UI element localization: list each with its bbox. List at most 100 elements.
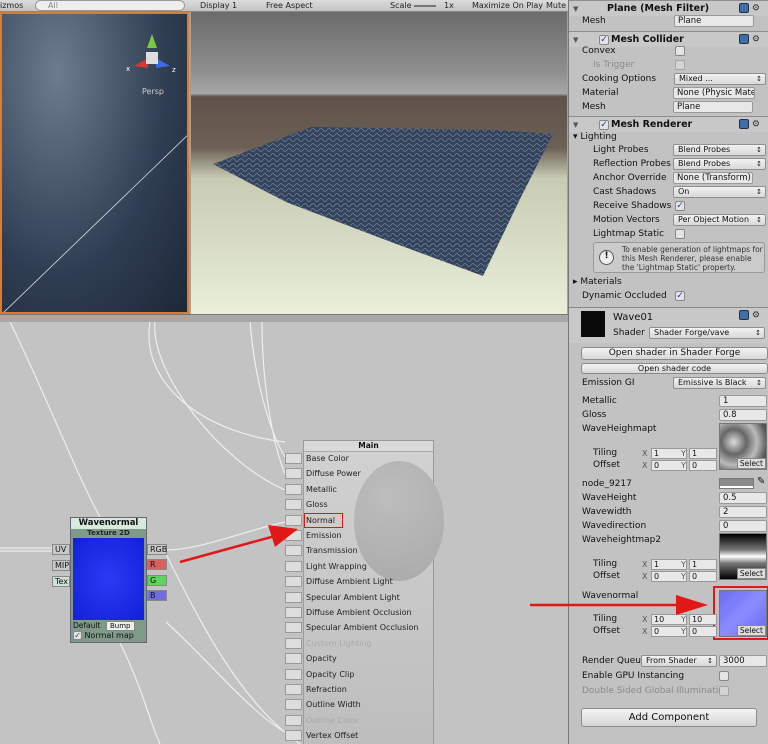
emission-gi-label: Emission GI — [582, 378, 635, 388]
y-label: Y — [681, 572, 686, 581]
anchor-override-field[interactable]: None (Transform) — [673, 172, 753, 184]
lighting-foldout[interactable]: ▾ Lighting — [573, 132, 617, 142]
tiling-y-field[interactable]: 1 — [689, 448, 717, 459]
render-queue-field[interactable]: 3000 — [719, 655, 767, 667]
display-dropdown[interactable]: Display 1 — [200, 1, 237, 10]
reflection-probes-dropdown[interactable]: Blend Probes — [673, 158, 766, 170]
select-button[interactable]: Select — [736, 458, 766, 469]
material-label: Material — [582, 88, 619, 98]
scene-graphics: x z Persp — [3, 34, 187, 312]
scale-value: 1x — [444, 1, 454, 10]
open-shader-forge-button[interactable]: Open shader in Shader Forge — [581, 347, 768, 360]
receive-shadows-label: Receive Shadows — [593, 201, 672, 211]
mesh-filter-header[interactable]: ▼ Plane (Mesh Filter) ⚙ — [569, 0, 768, 16]
lightmap-static-checkbox[interactable] — [675, 229, 685, 239]
reflection-probes-label: Reflection Probes — [593, 159, 671, 169]
mesh-renderer-header[interactable]: ▼ ✓ Mesh Renderer ⚙ — [569, 116, 768, 132]
motion-vectors-dropdown[interactable]: Per Object Motion — [673, 214, 766, 226]
persp-label[interactable]: Persp — [142, 87, 164, 96]
panel-splitter[interactable] — [0, 314, 568, 322]
wave-heightmap-label: WaveHeighmapt — [582, 424, 657, 434]
select-button[interactable]: Select — [736, 568, 766, 579]
toolbar: izmos All Display 1 Free Aspect Scale 1x… — [0, 0, 568, 12]
mesh-collider-header[interactable]: ▼ ✓ Mesh Collider ⚙ — [569, 31, 768, 47]
convex-label: Convex — [582, 46, 616, 56]
shader-dropdown[interactable]: Shader Forge/vave — [649, 327, 765, 339]
anchor-override-label: Anchor Override — [593, 173, 667, 183]
maximize-on-play-toggle[interactable]: Maximize On Play — [472, 1, 543, 10]
mute-toggle[interactable]: Mute — [546, 1, 566, 10]
help-gear-icon[interactable]: ⚙ — [739, 3, 765, 15]
offset-y-field[interactable]: 0 — [689, 460, 717, 471]
cast-shadows-dropdown[interactable]: On — [673, 186, 766, 198]
waveheightmap2-label: Waveheightmap2 — [582, 535, 662, 545]
metallic-label: Metallic — [582, 396, 617, 406]
scene-search-input[interactable]: All — [35, 0, 185, 11]
material-name: Wave01 — [613, 312, 654, 323]
mesh-label: Mesh — [582, 16, 606, 26]
mesh-collider-title: Mesh Collider — [611, 34, 684, 45]
help-gear-icon[interactable]: ⚙ — [739, 34, 765, 46]
x-label: X — [642, 449, 648, 458]
receive-shadows-checkbox[interactable]: ✓ — [675, 201, 685, 211]
help-gear-icon[interactable]: ⚙ — [739, 310, 765, 322]
eyedropper-icon[interactable]: ✎ — [757, 476, 765, 487]
cast-shadows-label: Cast Shadows — [593, 187, 657, 197]
material-header[interactable]: Wave01 Shader Shader Forge/vave ⚙ — [569, 307, 768, 343]
aspect-dropdown[interactable]: Free Aspect — [266, 1, 313, 10]
convex-checkbox[interactable] — [675, 46, 685, 56]
collider-mesh-field[interactable]: Plane — [673, 101, 753, 113]
light-probes-label: Light Probes — [593, 145, 649, 155]
red-arrow-icon — [179, 525, 298, 564]
is-trigger-label: Is Trigger — [593, 60, 635, 70]
wavewidth-field[interactable]: 2 — [719, 506, 767, 518]
x-label: X — [642, 627, 648, 636]
physic-material-field[interactable]: None (Physic Mate — [673, 87, 755, 99]
wavewidth-label: Wavewidth — [582, 507, 632, 517]
materials-foldout[interactable]: ▸ Materials — [573, 277, 622, 287]
materials-label: Materials — [580, 277, 622, 287]
waveheight-field[interactable]: 0.5 — [719, 492, 767, 504]
collider-mesh-label: Mesh — [582, 102, 606, 112]
gpu-instancing-label: Enable GPU Instancing — [582, 671, 685, 681]
cooking-options-dropdown[interactable]: Mixed ... — [674, 73, 766, 85]
game-view — [191, 12, 567, 314]
shader-label: Shader — [613, 328, 645, 338]
wavenormal-texture[interactable]: Select — [719, 590, 767, 637]
motion-vectors-label: Motion Vectors — [593, 215, 660, 225]
x-label: X — [642, 560, 648, 569]
mesh-field[interactable]: Plane — [674, 15, 754, 27]
select-button[interactable]: Select — [736, 625, 766, 636]
gloss-field[interactable]: 0.8 — [719, 409, 767, 421]
dynamic-occluded-checkbox[interactable]: ✓ — [675, 291, 685, 301]
add-component-button[interactable]: Add Component — [581, 708, 757, 727]
lighting-label: Lighting — [580, 132, 617, 142]
tiling-y-field[interactable]: 1 — [689, 559, 717, 570]
render-queue-dropdown[interactable]: From Shader — [641, 655, 717, 667]
scale-slider[interactable] — [414, 5, 436, 7]
double-sided-gi-checkbox — [719, 686, 729, 696]
orientation-gizmo-icon — [134, 34, 170, 68]
double-sided-gi-label: Double Sided Global Illuminatio — [582, 686, 720, 696]
offset-y-field[interactable]: 0 — [689, 571, 717, 582]
x-label: X — [642, 572, 648, 581]
mesh-renderer-title: Mesh Renderer — [611, 119, 693, 130]
waveheight-label: WaveHeight — [582, 493, 637, 503]
gpu-instancing-checkbox[interactable] — [719, 671, 729, 681]
gizmos-menu[interactable]: izmos — [0, 1, 23, 10]
wave-heightmap-texture[interactable]: Select — [719, 423, 767, 470]
wavedirection-field[interactable]: 0 — [719, 520, 767, 532]
waveheightmap2-texture[interactable]: Select — [719, 533, 767, 580]
wavedirection-label: Wavedirection — [582, 521, 647, 531]
mesh-filter-title: Plane (Mesh Filter) — [607, 3, 710, 14]
node-9217-color-swatch[interactable] — [719, 478, 754, 489]
scene-view[interactable]: x z Persp — [0, 12, 189, 314]
shader-forge-node-editor[interactable]: Main Base Color Diffuse Power Metallic Glos… — [0, 322, 568, 744]
light-probes-dropdown[interactable]: Blend Probes — [673, 144, 766, 156]
open-shader-code-button[interactable]: Open shader code — [581, 363, 768, 374]
metallic-field[interactable]: 1 — [719, 395, 767, 407]
offset-y-field[interactable]: 0 — [689, 626, 717, 637]
help-gear-icon[interactable]: ⚙ — [739, 119, 765, 131]
emission-gi-dropdown[interactable]: Emissive Is Black — [673, 377, 766, 389]
lightmap-help-box: ! To enable generation of lightmaps for … — [593, 242, 765, 273]
